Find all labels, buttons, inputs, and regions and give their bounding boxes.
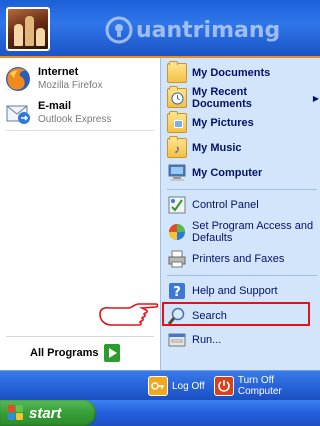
menu-item-printers-faxes[interactable]: Printers and Faxes	[167, 247, 319, 271]
pinned-item-internet-subtitle: Mozilla Firefox	[38, 80, 103, 91]
green-arrow-icon	[104, 344, 121, 362]
menu-item-run[interactable]: Run...	[167, 328, 319, 352]
menu-item-label: My Music	[192, 142, 242, 154]
recent-documents-icon	[167, 86, 187, 108]
menu-item-label: Set Program Access and Defaults	[192, 220, 314, 244]
search-highlight-box	[162, 302, 310, 326]
menu-item-my-recent-documents[interactable]: My Recent Documents ▶	[167, 86, 319, 110]
pinned-item-internet[interactable]: Internet Mozilla Firefox	[4, 62, 154, 96]
svg-text:?: ?	[173, 285, 181, 300]
control-panel-icon	[168, 196, 186, 214]
pinned-item-email-title: E-mail	[38, 100, 72, 112]
pinned-item-email[interactable]: E-mail Outlook Express	[4, 96, 154, 130]
printer-icon	[168, 250, 186, 268]
menu-item-program-access[interactable]: Set Program Access and Defaults	[167, 218, 319, 246]
menu-item-label: Control Panel	[192, 199, 259, 211]
menu-item-my-music[interactable]: ♪ My Music	[167, 136, 319, 160]
menu-item-label: My Recent Documents	[192, 86, 252, 110]
turn-off-label: Turn Off Computer	[237, 375, 282, 397]
all-programs-label: All Programs	[30, 347, 99, 359]
pinned-separator	[6, 130, 154, 131]
places-separator	[167, 189, 317, 190]
music-folder-icon: ♪	[167, 136, 187, 158]
power-icon	[214, 376, 234, 396]
user-avatar[interactable]	[6, 7, 50, 51]
pinned-item-email-subtitle: Outlook Express	[38, 114, 112, 125]
watermark: uantrimang	[104, 13, 280, 47]
menu-item-my-computer[interactable]: My Computer	[167, 161, 319, 185]
menu-item-help-support[interactable]: ? Help and Support	[167, 279, 319, 303]
log-off-button[interactable]: Log Off	[148, 376, 205, 396]
documents-folder-icon	[167, 61, 187, 83]
menu-item-control-panel[interactable]: Control Panel	[167, 193, 319, 217]
outlook-express-icon	[6, 105, 30, 124]
pinned-item-internet-title: Internet	[38, 66, 79, 78]
menu-item-label: Help and Support	[192, 285, 278, 297]
menu-item-label: Printers and Faxes	[192, 253, 285, 265]
start-label: start	[29, 404, 62, 422]
all-programs-button[interactable]: All Programs	[30, 340, 140, 366]
menu-item-label: My Pictures	[192, 117, 254, 129]
menu-item-my-pictures[interactable]: My Pictures	[167, 111, 319, 135]
computer-icon	[168, 164, 186, 181]
run-icon	[168, 333, 186, 347]
key-icon	[148, 376, 168, 396]
windows-logo-icon	[8, 405, 24, 421]
menu-item-my-documents[interactable]: My Documents	[167, 61, 319, 85]
menu-item-label: Run...	[192, 334, 222, 346]
menu-item-label: My Documents	[192, 67, 271, 79]
start-menu-footer: Log Off Turn Off Computer	[0, 370, 320, 400]
all-programs-separator	[6, 336, 154, 337]
turn-off-computer-button[interactable]: Turn Off Computer	[214, 375, 320, 397]
pointing-hand-annotation-icon	[99, 303, 159, 326]
pictures-folder-icon	[167, 111, 187, 133]
submenu-arrow-icon: ▶	[312, 93, 319, 103]
firefox-icon	[6, 67, 30, 91]
log-off-label: Log Off	[172, 380, 205, 392]
program-access-icon	[169, 224, 185, 240]
taskbar: start	[0, 400, 320, 426]
menu-item-label: My Computer	[192, 167, 263, 179]
watermark-logo-icon	[105, 16, 133, 44]
help-icon: ?	[169, 283, 185, 300]
start-menu-header: uantrimang	[0, 0, 320, 58]
system-separator	[167, 275, 317, 276]
start-button[interactable]: start	[0, 400, 96, 426]
watermark-text: uantrimang	[136, 17, 281, 43]
